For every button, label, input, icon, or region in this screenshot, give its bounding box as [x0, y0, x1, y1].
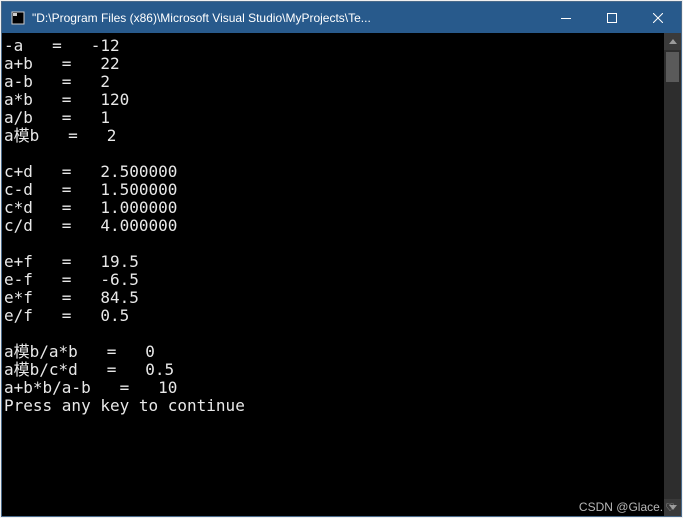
vertical-scrollbar[interactable]: [664, 33, 681, 516]
console-line: [4, 325, 660, 343]
heart-icon: ♡: [665, 501, 675, 514]
console-line: a+b*b/a-b = 10: [4, 379, 660, 397]
close-button[interactable]: [635, 2, 681, 33]
console-line: e/f = 0.5: [4, 307, 660, 325]
console-line: [4, 235, 660, 253]
console-line: a*b = 120: [4, 91, 660, 109]
console-line: c+d = 2.500000: [4, 163, 660, 181]
console-line: e-f = -6.5: [4, 271, 660, 289]
console-line: e*f = 84.5: [4, 289, 660, 307]
watermark: CSDN @Glace. ♡: [579, 500, 675, 514]
window-title: "D:\Program Files (x86)\Microsoft Visual…: [32, 11, 543, 25]
client-area: -a = -12a+b = 22a-b = 2a*b = 120a/b = 1a…: [2, 33, 681, 516]
scroll-thumb[interactable]: [666, 52, 679, 82]
console-line: a模b/c*d = 0.5: [4, 361, 660, 379]
console-window: "D:\Program Files (x86)\Microsoft Visual…: [1, 1, 682, 517]
console-line: c*d = 1.000000: [4, 199, 660, 217]
minimize-button[interactable]: [543, 2, 589, 33]
console-line: a模b/a*b = 0: [4, 343, 660, 361]
watermark-text: CSDN @Glace.: [579, 500, 663, 514]
console-line: c-d = 1.500000: [4, 181, 660, 199]
console-line: a+b = 22: [4, 55, 660, 73]
maximize-button[interactable]: [589, 2, 635, 33]
window-controls: [543, 2, 681, 33]
console-line: a模b = 2: [4, 127, 660, 145]
titlebar[interactable]: "D:\Program Files (x86)\Microsoft Visual…: [2, 2, 681, 33]
console-line: Press any key to continue: [4, 397, 660, 415]
console-line: -a = -12: [4, 37, 660, 55]
console-line: c/d = 4.000000: [4, 217, 660, 235]
app-icon: [10, 10, 26, 26]
console-output[interactable]: -a = -12a+b = 22a-b = 2a*b = 120a/b = 1a…: [2, 33, 664, 516]
console-line: a/b = 1: [4, 109, 660, 127]
console-line: e+f = 19.5: [4, 253, 660, 271]
console-line: [4, 145, 660, 163]
console-line: a-b = 2: [4, 73, 660, 91]
scroll-up-button[interactable]: [664, 33, 681, 50]
